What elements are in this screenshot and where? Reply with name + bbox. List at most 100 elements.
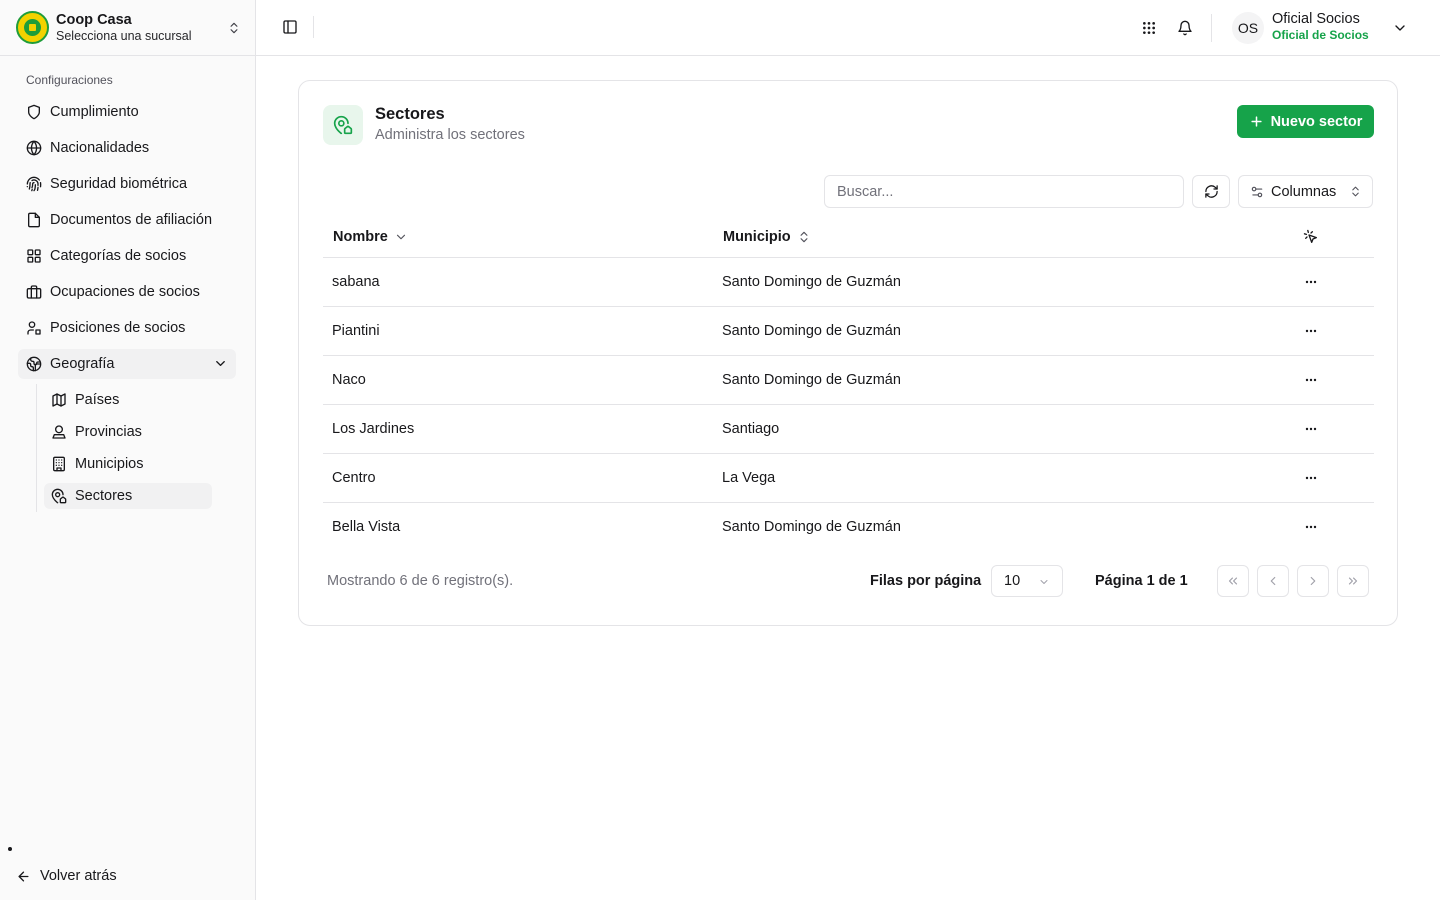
sidebar-subitem-paises[interactable]: Países — [44, 387, 212, 413]
sidebar-item-cumplimiento[interactable]: Cumplimiento — [18, 97, 236, 127]
table-row[interactable]: Centro La Vega — [323, 454, 1374, 503]
cell-nombre: Piantini — [332, 323, 380, 339]
previous-page-button[interactable] — [1257, 565, 1289, 597]
first-page-button[interactable] — [1217, 565, 1249, 597]
settings-sliders-icon — [1251, 186, 1263, 197]
grid-icon — [27, 249, 41, 263]
chevrons-up-down-icon — [230, 22, 238, 33]
apps-button[interactable] — [1139, 18, 1159, 38]
sidebar-item-seguridad-biometrica[interactable]: Seguridad biométrica — [18, 169, 236, 199]
refresh-icon — [1204, 185, 1218, 198]
rows-per-page-value: 10 — [1004, 573, 1021, 589]
plus-icon — [1250, 116, 1262, 127]
chevron-down-icon — [216, 361, 225, 366]
globe-icon — [26, 140, 42, 156]
sidebar-subitem-label: Sectores — [75, 488, 133, 504]
chevron-down-icon[interactable] — [1392, 20, 1408, 36]
table-header: Nombre Municipio — [323, 217, 1374, 258]
sidebar-item-label: Seguridad biométrica — [50, 176, 188, 192]
next-page-button[interactable] — [1297, 565, 1329, 597]
sidebar-item-label: Ocupaciones de socios — [50, 284, 200, 300]
row-actions-button[interactable] — [1301, 272, 1321, 292]
map-pin-house-icon — [333, 115, 353, 135]
sidebar: Coop Casa Selecciona una sucursal Config… — [0, 0, 256, 900]
page-title: Sectores — [375, 105, 445, 123]
more-horizontal-icon — [1305, 280, 1317, 284]
page-indicator: Página 1 de 1 — [1095, 573, 1188, 589]
column-header-nombre[interactable]: Nombre — [333, 229, 408, 245]
more-horizontal-icon — [1305, 476, 1317, 480]
branch-switcher[interactable]: Coop Casa Selecciona una sucursal — [0, 0, 255, 56]
cell-municipio: Santo Domingo de Guzmán — [722, 372, 901, 388]
chevron-right-icon — [1310, 576, 1316, 586]
table-row[interactable]: Piantini Santo Domingo de Guzmán — [323, 307, 1374, 356]
divider — [313, 16, 314, 38]
row-actions-button[interactable] — [1301, 517, 1321, 537]
sectores-card: Sectores Administra los sectores Nuevo s… — [298, 80, 1398, 626]
more-horizontal-icon — [1305, 427, 1317, 431]
user-menu[interactable]: Oficial Socios Oficial de Socios — [1272, 11, 1369, 43]
records-count: Mostrando 6 de 6 registro(s). — [327, 573, 514, 589]
chevron-down-icon — [396, 234, 405, 240]
column-header-municipio[interactable]: Municipio — [723, 229, 811, 245]
chevrons-up-down-icon — [1352, 186, 1359, 197]
refresh-button[interactable] — [1192, 175, 1230, 208]
columns-button[interactable]: Columnas — [1238, 175, 1373, 208]
cell-nombre: sabana — [332, 274, 380, 290]
sparkle-cursor-icon[interactable] — [1303, 229, 1319, 245]
topbar: OS Oficial Socios Oficial de Socios — [256, 0, 1440, 56]
panel-left-icon — [283, 20, 297, 34]
sidebar-item-ocupaciones-socios[interactable]: Ocupaciones de socios — [18, 277, 236, 307]
back-label: Volver atrás — [40, 868, 117, 884]
sidebar-item-label: Posiciones de socios — [50, 320, 186, 336]
sidebar-subitem-label: Provincias — [75, 424, 142, 440]
sectores-table: Nombre Municipio sabana Santo Domingo de… — [323, 217, 1374, 552]
sidebar-subitem-label: Municipios — [75, 456, 144, 472]
sidebar-toggle-button[interactable] — [280, 16, 300, 38]
more-horizontal-icon — [1305, 525, 1317, 529]
table-row[interactable]: Bella Vista Santo Domingo de Guzmán — [323, 503, 1374, 552]
new-sector-button[interactable]: Nuevo sector — [1237, 105, 1374, 138]
page-subtitle: Administra los sectores — [375, 127, 525, 143]
table-row[interactable]: Naco Santo Domingo de Guzmán — [323, 356, 1374, 405]
chevrons-up-down-icon — [800, 231, 808, 243]
sidebar-item-nacionalidades[interactable]: Nacionalidades — [18, 133, 236, 163]
last-page-button[interactable] — [1337, 565, 1369, 597]
users-icon — [27, 321, 41, 335]
submenu-guide-line — [36, 384, 37, 512]
rows-per-page-select[interactable]: 10 — [991, 565, 1063, 597]
sidebar-item-label: Cumplimiento — [50, 104, 139, 120]
cell-municipio: La Vega — [722, 470, 776, 486]
row-actions-button[interactable] — [1301, 419, 1321, 439]
cell-municipio: Santo Domingo de Guzmán — [722, 519, 901, 535]
table-row[interactable]: sabana Santo Domingo de Guzmán — [323, 258, 1374, 307]
sidebar-item-categorias-socios[interactable]: Categorías de socios — [18, 241, 236, 271]
user-name: Oficial Socios — [1272, 11, 1360, 27]
chevron-left-icon — [1270, 576, 1276, 586]
cell-municipio: Santiago — [722, 421, 780, 437]
row-actions-button[interactable] — [1301, 468, 1321, 488]
divider — [1211, 14, 1212, 42]
shield-icon — [28, 104, 40, 120]
sidebar-item-posiciones-socios[interactable]: Posiciones de socios — [18, 313, 236, 343]
sidebar-item-geografia[interactable]: Geografía — [18, 349, 236, 379]
sidebar-subitem-municipios[interactable]: Municipios — [44, 451, 212, 477]
chevrons-right-icon — [1348, 577, 1358, 585]
avatar[interactable]: OS — [1232, 12, 1264, 44]
row-actions-button[interactable] — [1301, 370, 1321, 390]
more-horizontal-icon — [1305, 378, 1317, 382]
row-actions-button[interactable] — [1301, 321, 1321, 341]
sidebar-item-documentos-afiliacion[interactable]: Documentos de afiliación — [18, 205, 236, 235]
bell-icon — [1178, 20, 1192, 36]
table-row[interactable]: Los Jardines Santiago — [323, 405, 1374, 454]
brand-name: Coop Casa — [56, 11, 132, 28]
notifications-button[interactable] — [1175, 18, 1195, 38]
card-icon-container — [323, 105, 363, 145]
sidebar-subitem-sectores[interactable]: Sectores — [44, 483, 212, 509]
search-input[interactable] — [824, 175, 1184, 208]
chevron-down-icon — [1040, 580, 1048, 584]
back-button[interactable]: Volver atrás — [16, 864, 117, 888]
sidebar-subitem-provincias[interactable]: Provincias — [44, 419, 212, 445]
cell-nombre: Bella Vista — [332, 519, 401, 535]
document-icon — [28, 212, 40, 228]
